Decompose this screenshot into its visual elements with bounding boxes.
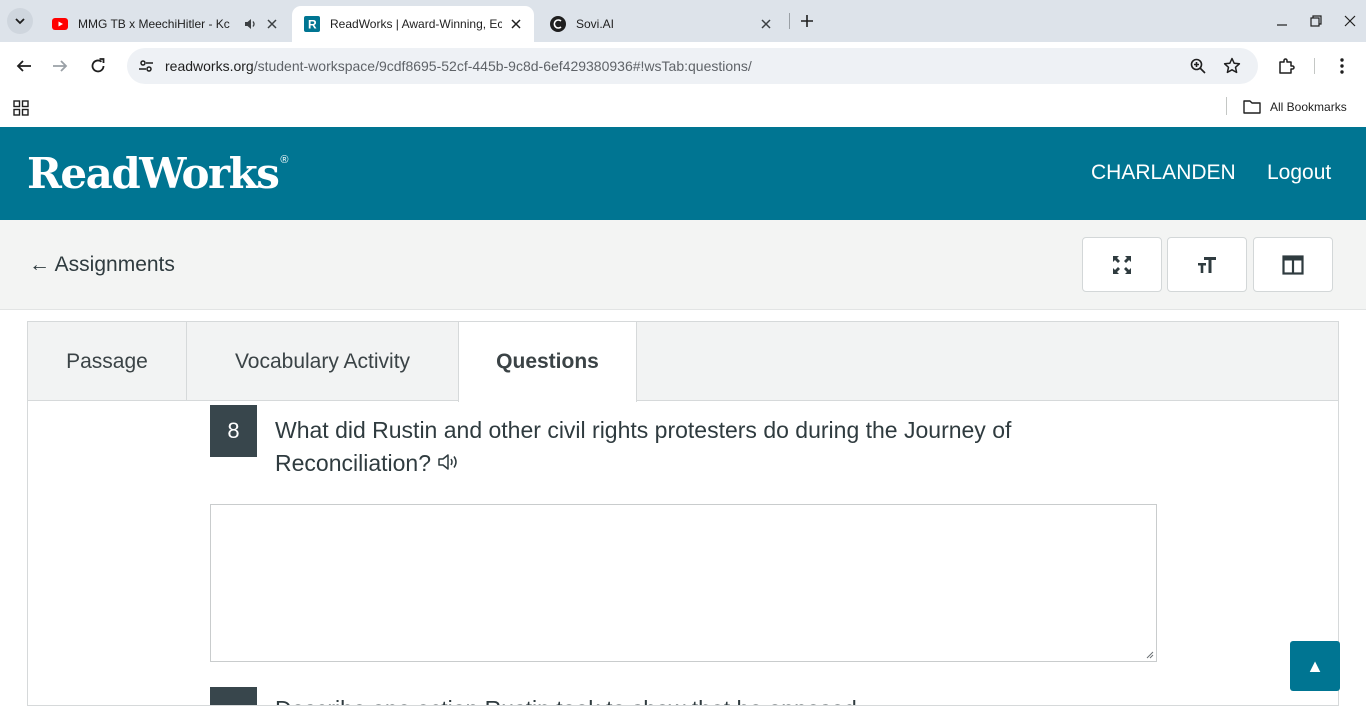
address-bar[interactable]: readworks.org/student-workspace/9cdf8695… (127, 48, 1258, 84)
fullscreen-button[interactable] (1082, 237, 1162, 292)
resize-grip-icon[interactable] (1146, 651, 1154, 659)
workspace-panel: Passage Vocabulary Activity Questions 8 … (27, 321, 1339, 706)
scroll-to-top-button[interactable]: ▲ (1290, 641, 1340, 691)
tab-vocabulary-activity[interactable]: Vocabulary Activity (187, 322, 459, 401)
logout-link[interactable]: Logout (1267, 161, 1331, 185)
close-tab-icon[interactable] (758, 16, 774, 32)
minimize-button[interactable] (1269, 8, 1295, 34)
readworks-logo[interactable]: ReadWorks ® (27, 149, 289, 198)
bookmarks-bar: All Bookmarks (0, 90, 1366, 127)
tab-title: Sovi.AI (576, 17, 615, 31)
arrow-left-icon (16, 60, 31, 72)
bookmark-star-icon[interactable] (1221, 55, 1243, 77)
site-info-icon[interactable] (135, 55, 157, 77)
url-host: readworks.org (165, 58, 254, 74)
readworks-icon: R (304, 16, 320, 32)
logo-text: ReadWorks (27, 149, 280, 198)
tab-title: ReadWorks | Award-Winning, Ec (330, 17, 502, 31)
question-prompt: What did Rustin and other civil rights p… (275, 417, 1012, 476)
browser-toolbar: readworks.org/student-workspace/9cdf8695… (0, 42, 1366, 90)
forward-button[interactable] (46, 52, 74, 80)
question-text: What did Rustin and other civil rights p… (275, 414, 1135, 481)
tab-separator (789, 13, 790, 29)
chevron-down-icon (15, 18, 25, 25)
browser-tab-youtube[interactable]: MMG TB x MeechiHitler - Kc (40, 6, 290, 42)
speaker-icon[interactable] (242, 16, 258, 32)
all-bookmarks-button[interactable]: All Bookmarks (1242, 95, 1347, 119)
tab-questions[interactable]: Questions (458, 322, 637, 402)
speaker-icon[interactable] (437, 448, 461, 481)
apps-grid-icon[interactable] (10, 97, 32, 119)
toolbar-separator (1314, 58, 1315, 74)
split-view-button[interactable] (1253, 237, 1333, 292)
split-view-icon (1282, 254, 1304, 275)
back-button[interactable] (10, 52, 38, 80)
expand-icon (1113, 255, 1131, 274)
reload-icon (91, 58, 105, 73)
url-path: /student-workspace/9cdf8695-52cf-445b-9c… (253, 58, 752, 74)
close-window-button[interactable] (1337, 8, 1363, 34)
bookmarks-separator (1226, 97, 1227, 115)
back-to-assignments-link[interactable]: ← Assignments (29, 253, 175, 277)
reload-button[interactable] (84, 52, 112, 80)
workspace-tabs: Passage Vocabulary Activity Questions (28, 322, 1338, 402)
browser-tabstrip: MMG TB x MeechiHitler - Kc R ReadWorks |… (0, 0, 1366, 42)
url-text[interactable]: readworks.org/student-workspace/9cdf8695… (165, 58, 752, 74)
new-tab-button[interactable] (796, 10, 818, 32)
next-question-text: Describe one action Rustin took to show … (275, 696, 857, 705)
close-tab-icon[interactable] (508, 16, 524, 32)
browser-tab-sovi[interactable]: Sovi.AI (538, 6, 784, 42)
browser-menu-icon[interactable] (1330, 54, 1354, 78)
close-tab-icon[interactable] (264, 16, 280, 32)
plus-icon (801, 15, 813, 27)
tab-search-button[interactable] (7, 8, 33, 34)
zoom-icon[interactable] (1187, 55, 1209, 77)
close-icon (1344, 15, 1356, 27)
question-number-badge: 8 (210, 405, 257, 457)
folder-icon (1242, 99, 1262, 115)
all-bookmarks-label: All Bookmarks (1270, 100, 1347, 114)
browser-tab-readworks[interactable]: R ReadWorks | Award-Winning, Ec (292, 6, 534, 42)
restore-icon (1310, 15, 1322, 27)
youtube-icon (52, 16, 68, 32)
answer-textarea[interactable] (210, 504, 1157, 662)
username-link[interactable]: CHARLANDEN (1091, 161, 1236, 185)
svg-text:R: R (308, 18, 317, 32)
next-question-number-badge (210, 687, 257, 705)
arrow-right-icon (53, 60, 68, 72)
assignment-toolbar: ← Assignments (0, 220, 1366, 310)
registered-mark: ® (280, 154, 289, 166)
tab-title: MMG TB x MeechiHitler - Kc (78, 17, 230, 31)
tab-passage[interactable]: Passage (28, 322, 187, 401)
restore-button[interactable] (1303, 8, 1329, 34)
site-header: ReadWorks ® CHARLANDEN Logout (0, 127, 1366, 220)
text-size-icon (1198, 256, 1216, 273)
minimize-icon (1277, 24, 1287, 26)
extensions-icon[interactable] (1274, 54, 1298, 78)
text-size-button[interactable] (1167, 237, 1247, 292)
sovi-icon (550, 16, 566, 32)
